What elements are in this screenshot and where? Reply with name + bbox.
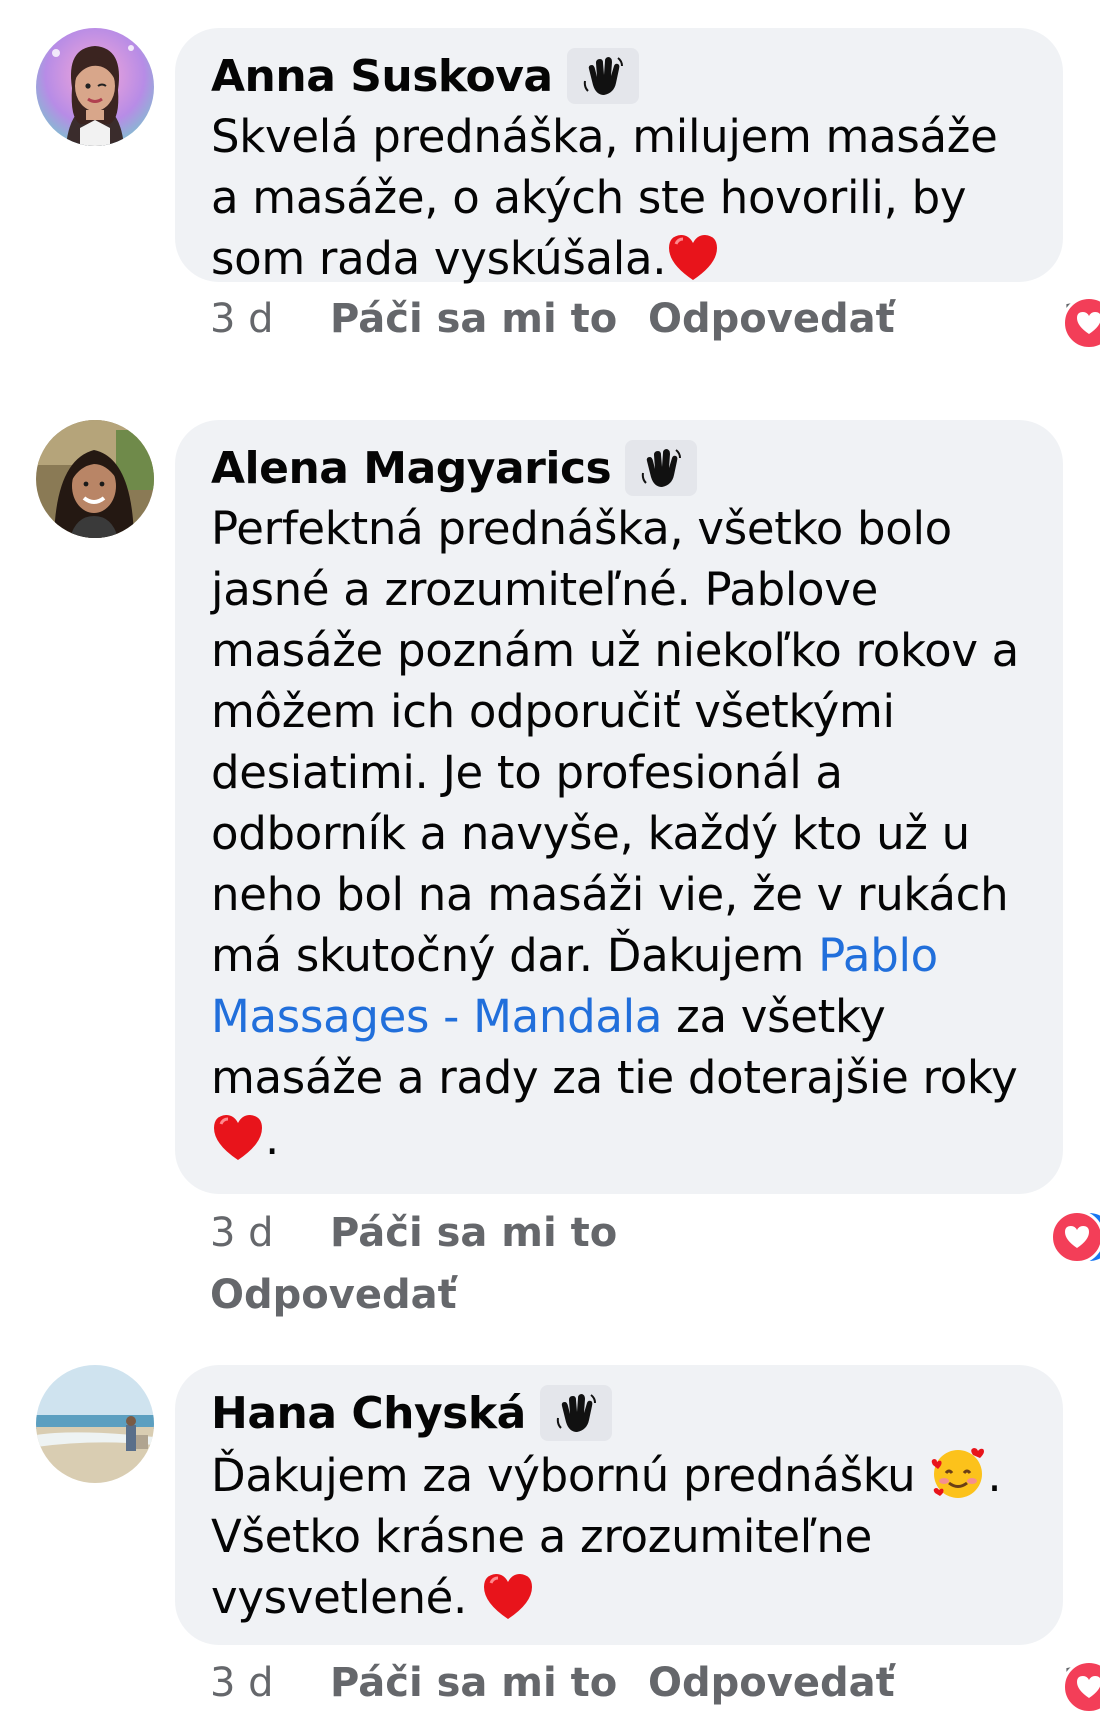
avatar-anna[interactable] — [36, 28, 154, 146]
comment-text: Perfektná prednáška, všetko bolo jasné a… — [211, 502, 1019, 1165]
comment-time[interactable]: 3 d — [210, 1210, 274, 1256]
comment-text: Ďakujem za výbornú prednášku . Všetko kr… — [211, 1443, 1027, 1628]
reply-button[interactable]: Odpovedať — [648, 1660, 895, 1706]
waving-hand-icon — [566, 48, 639, 104]
comment-bubble: Anna Suskova Skvelá prednáška, milujem m… — [175, 28, 1063, 285]
smiling-face-with-hearts-icon — [932, 1448, 985, 1498]
like-button[interactable]: Páči sa mi to — [330, 1660, 617, 1706]
red-heart-icon — [669, 235, 718, 280]
comment-actions: 3 d Páči sa mi to Odpovedať 1 — [210, 1660, 1100, 1720]
reply-button[interactable]: Odpovedať — [210, 1272, 457, 1318]
red-heart-icon — [484, 1574, 533, 1619]
comment-author[interactable]: Alena Magyarics — [211, 443, 612, 494]
like-button[interactable]: Páči sa mi to — [330, 296, 617, 342]
avatar-hana[interactable] — [36, 1365, 154, 1483]
comment-time[interactable]: 3 d — [210, 296, 274, 342]
comment-time[interactable]: 3 d — [210, 1660, 274, 1706]
comment-author[interactable]: Hana Chyská — [211, 1388, 526, 1439]
comment-author[interactable]: Anna Suskova — [211, 51, 553, 102]
waving-hand-icon — [625, 440, 698, 496]
waving-hand-icon — [539, 1385, 612, 1441]
like-button[interactable]: Páči sa mi to — [330, 1210, 617, 1256]
comment-bubble: Hana Chyská Ďakujem za výbornú prednášku… — [175, 1365, 1063, 1645]
red-heart-icon — [214, 1115, 262, 1160]
comment-text: Skvelá prednáška, milujem masáže a masáž… — [211, 110, 998, 285]
avatar-alena[interactable] — [36, 420, 154, 538]
heart-reaction-icon — [1050, 1210, 1100, 1264]
comment-bubble: Alena Magyarics Perfektná prednáška, vše… — [175, 420, 1063, 1194]
comment-actions: 3 d Páči sa mi to Odpovedať 4 — [210, 1210, 1100, 1340]
reply-button[interactable]: Odpovedať — [648, 296, 895, 342]
comment-actions: 3 d Páči sa mi to Odpovedať 1 — [210, 296, 1100, 356]
